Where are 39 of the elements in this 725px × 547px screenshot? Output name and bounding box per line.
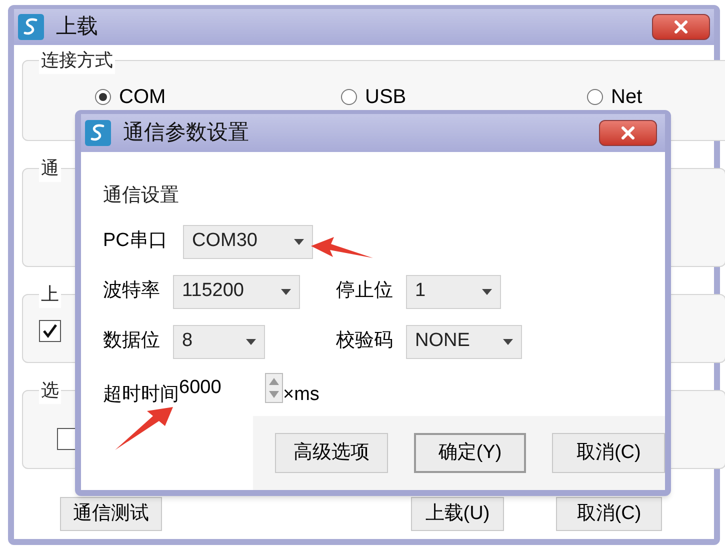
dialog-button[interactable]: 高级选项 <box>275 433 388 473</box>
radio-option[interactable]: USB <box>341 82 587 112</box>
dropdown[interactable]: COM30 <box>183 224 313 258</box>
radio-button[interactable] <box>95 89 111 105</box>
test-connection-button[interactable]: 通信测试 <box>60 497 162 531</box>
dropdown[interactable]: 1 <box>406 274 501 308</box>
checkbox[interactable] <box>39 320 61 342</box>
field-label: 超时时间 <box>103 382 179 406</box>
app-logo-icon <box>18 14 44 40</box>
app-logo-icon <box>85 120 111 146</box>
radio-option[interactable]: Net <box>587 82 725 112</box>
field-label: 数据位 <box>103 329 161 354</box>
dropdown[interactable]: 8 <box>173 324 265 358</box>
dropdown[interactable]: NONE <box>406 324 522 358</box>
radio-button[interactable] <box>341 89 357 105</box>
upload-button[interactable]: 上载(U) <box>411 497 504 531</box>
window-title: 上载 <box>56 14 98 40</box>
field-label: 校验码 <box>336 329 394 354</box>
field-label: 波特率 <box>103 279 161 304</box>
section-heading: 通信设置 <box>103 184 179 208</box>
close-icon <box>621 126 635 140</box>
field-label: 停止位 <box>336 279 394 304</box>
field-label: PC串口 <box>103 229 168 254</box>
dialog-title: 通信参数设置 <box>123 120 249 146</box>
dropdown[interactable]: 115200 <box>173 274 300 308</box>
caret-icon <box>246 338 256 344</box>
caret-icon <box>503 338 513 344</box>
caret-icon <box>281 288 291 294</box>
dialog-button[interactable]: 取消(C) <box>552 433 666 473</box>
close-button[interactable] <box>652 14 710 40</box>
radio-option[interactable]: COM <box>95 82 341 112</box>
caret-icon <box>294 238 304 244</box>
caret-icon <box>482 288 492 294</box>
radio-button[interactable] <box>587 89 603 105</box>
close-icon <box>674 20 688 34</box>
dialog-button[interactable]: 确定(Y) <box>414 433 526 473</box>
unit-label: ×ms <box>283 382 320 406</box>
close-button[interactable] <box>599 120 657 146</box>
cancel-button[interactable]: 取消(C) <box>556 497 662 531</box>
